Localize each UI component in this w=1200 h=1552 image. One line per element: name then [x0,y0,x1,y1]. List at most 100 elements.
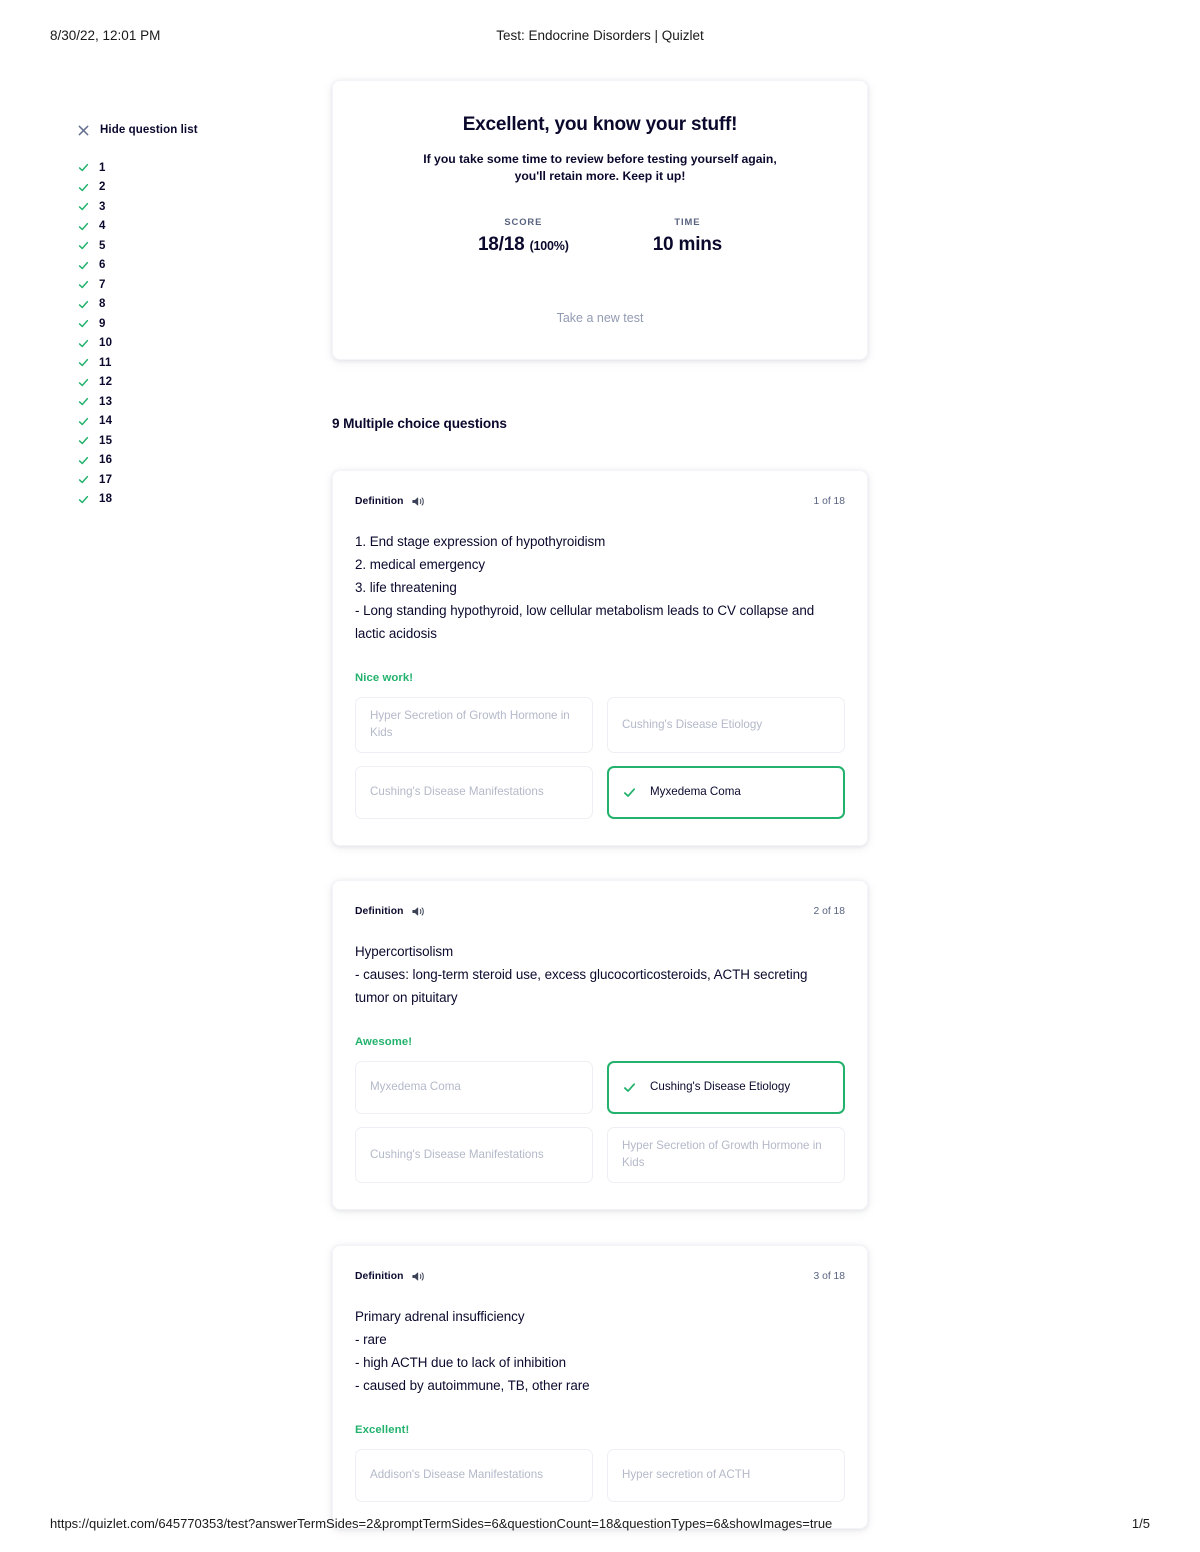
answer-option[interactable]: Addison's Disease Manifestations [355,1449,593,1503]
result-subtitle: If you take some time to review before t… [423,152,777,183]
answer-feedback: Excellent! [355,1424,410,1437]
question-list-item[interactable]: 17 [78,470,278,490]
score-value: 18/18 (100%) [478,234,569,256]
result-summary-card: Excellent, you know your stuff! If you t… [332,80,868,360]
print-document-title: Test: Endocrine Disorders | Quizlet [496,28,704,43]
question-kind: Definition [355,495,425,508]
question-list-item[interactable]: 9 [78,314,278,334]
question-list-item[interactable]: 12 [78,373,278,393]
question-card: Definition 2 of 18 Hypercortisolism - caus… [332,880,868,1210]
question-kind-label: Definition [355,1270,404,1282]
question-card: Definition 1 of 18 1. End stage expression… [332,470,868,846]
speaker-icon[interactable] [412,905,425,918]
question-list-item[interactable]: 18 [78,490,278,510]
hide-question-list-label: Hide question list [100,124,198,136]
footer-url: https://quizlet.com/645770353/test?answe… [50,1516,833,1531]
answer-option[interactable]: Cushing's Disease Manifestations [355,1127,593,1183]
time-stat: TIME 10 mins [652,216,723,256]
question-list-item[interactable]: 16 [78,451,278,471]
question-number-label: 10 [99,337,113,350]
check-icon [623,786,636,799]
question-list-item[interactable]: 6 [78,256,278,276]
answer-option-label: Cushing's Disease Manifestations [370,784,544,798]
question-counter: 1 of 18 [813,495,846,507]
question-list-item[interactable]: 5 [78,236,278,256]
question-number-label: 14 [99,415,113,428]
check-icon [78,279,89,290]
answer-options: Myxedema Coma Cushing's Disease Etiology C… [355,1061,845,1183]
question-number-label: 18 [99,493,113,506]
answer-option-label: Myxedema Coma [650,784,741,798]
question-counter: 3 of 18 [813,1270,846,1282]
answer-option-label: Cushing's Disease Etiology [650,1080,791,1094]
check-icon [78,435,89,446]
answer-option-selected-correct[interactable]: Cushing's Disease Etiology [607,1061,845,1115]
check-icon [78,494,89,505]
question-prompt: Hypercortisolism - causes: long-term ste… [355,944,808,1006]
check-icon [78,455,89,466]
question-list-item[interactable]: 15 [78,431,278,451]
question-number-list: 1 2 3 4 5 6 7 8 9 10 11 12 13 14 15 16 17 18 [78,158,278,509]
check-icon [623,1081,636,1094]
section-heading: 9 Multiple choice questions [332,416,507,431]
answer-option[interactable]: Cushing's Disease Manifestations [355,765,593,819]
answer-option[interactable]: Cushing's Disease Etiology [607,697,845,753]
question-list-item[interactable]: 14 [78,412,278,432]
speaker-icon[interactable] [412,1270,425,1283]
speaker-icon[interactable] [412,495,425,508]
question-list-item[interactable]: 2 [78,178,278,198]
check-icon [78,338,89,349]
question-number-label: 13 [99,395,113,408]
question-list-item[interactable]: 4 [78,217,278,237]
question-number-label: 5 [99,239,106,252]
question-list-sidebar: Hide question list 1 2 3 4 5 6 7 8 9 10 11 12 13 14 15… [78,124,278,509]
question-list-item[interactable]: 8 [78,295,278,315]
check-icon [78,201,89,212]
answer-option-label: Addison's Disease Manifestations [370,1468,543,1482]
question-kind: Definition [355,1270,425,1283]
answer-option-selected-correct[interactable]: Myxedema Coma [607,765,845,819]
score-percent: (100%) [529,239,569,254]
answer-option-label: Hyper Secretion of Growth Hormone in Kid… [622,1139,822,1169]
answer-option-label: Cushing's Disease Etiology [622,717,763,731]
hide-question-list-button[interactable]: Hide question list [78,124,278,136]
question-card-header: Definition 2 of 18 [355,903,845,919]
take-new-test-button[interactable]: Take a new test [333,311,867,325]
check-icon [78,182,89,193]
answer-option-label: Hyper Secretion of Growth Hormone in Kid… [370,709,570,740]
score-stat: SCORE 18/18 (100%) [478,216,569,256]
check-icon [78,474,89,485]
check-icon [78,357,89,368]
question-number-label: 2 [99,181,106,194]
close-icon [78,125,89,136]
check-icon [78,318,89,329]
question-kind-label: Definition [355,495,404,507]
question-number-label: 7 [99,278,106,291]
answer-option[interactable]: Hyper Secretion of Growth Hormone in Kid… [355,697,593,753]
answer-feedback: Nice work! [355,672,414,685]
check-icon [78,299,89,310]
question-card: Definition 3 of 18 Primary adrenal insuffi… [332,1245,868,1530]
score-label: SCORE [504,216,543,228]
answer-option[interactable]: Myxedema Coma [355,1061,593,1115]
check-icon [78,377,89,388]
question-list-item[interactable]: 7 [78,275,278,295]
answer-option-label: Cushing's Disease Manifestations [370,1147,544,1161]
question-list-item[interactable]: 1 [78,158,278,178]
answer-option[interactable]: Hyper secretion of ACTH [607,1449,845,1503]
check-icon [78,240,89,251]
question-number-label: 17 [99,473,113,486]
check-icon [78,221,89,232]
check-icon [78,260,89,271]
question-list-item[interactable]: 13 [78,392,278,412]
answer-options: Addison's Disease Manifestations Hyper se… [355,1449,845,1503]
score-number: 18/18 [477,234,525,256]
question-prompt: 1. End stage expression of hypothyroidis… [355,534,815,642]
question-list-item[interactable]: 3 [78,197,278,217]
time-label: TIME [674,216,701,228]
question-list-item[interactable]: 11 [78,353,278,373]
answer-option[interactable]: Hyper Secretion of Growth Hormone in Kid… [607,1127,845,1183]
question-list-item[interactable]: 10 [78,334,278,354]
answer-feedback: Awesome! [355,1036,413,1049]
time-value: 10 mins [652,234,723,256]
